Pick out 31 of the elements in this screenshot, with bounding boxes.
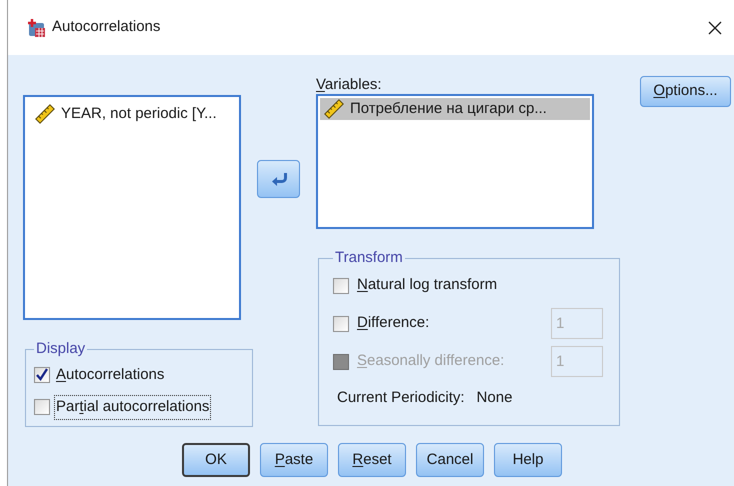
variables-list[interactable]: Потребление на цигари ср... (316, 94, 594, 229)
window-title: Autocorrelations (52, 17, 160, 38)
arrow-icon (270, 172, 286, 186)
periodicity-label: Current Periodicity: (337, 388, 465, 408)
variable-item[interactable]: YEAR, not periodic [Y... (31, 103, 233, 125)
checkbox[interactable] (333, 316, 349, 332)
group-title: Transform (334, 248, 404, 268)
checkbox-label: Difference: (357, 313, 430, 334)
dialog-button[interactable]: Reset (338, 443, 406, 477)
dialog-button[interactable]: Help (494, 443, 562, 477)
checkbox-label: Partial autocorrelations (54, 395, 212, 420)
checkbox[interactable] (34, 366, 50, 383)
variable-name: YEAR, not periodic [Y... (61, 104, 217, 124)
periodicity-value: None (476, 388, 512, 408)
variable-name: Потребление на цигари ср... (350, 98, 547, 119)
group-title: Display (35, 339, 86, 359)
checkbox[interactable] (34, 399, 50, 416)
source-variable-list[interactable]: YEAR, not periodic [Y... (23, 95, 241, 320)
checkbox-label: Natural log transform (357, 275, 498, 296)
close-icon[interactable] (708, 20, 722, 34)
checkbox-label: Seasonally difference: (357, 351, 504, 372)
options-button[interactable]: Options... (640, 76, 731, 107)
dialog-button[interactable]: OK (182, 443, 250, 477)
dialog-button[interactable]: Cancel (416, 443, 484, 477)
checkbox-label: Autocorrelations (55, 364, 166, 384)
dialog-button[interactable]: Paste (260, 443, 328, 477)
app-icon (26, 18, 46, 38)
checkbox[interactable] (333, 278, 349, 294)
variable-item[interactable]: Потребление на цигари ср... (320, 98, 590, 120)
variables-label: Variables: (316, 75, 383, 94)
move-button[interactable] (257, 160, 300, 198)
